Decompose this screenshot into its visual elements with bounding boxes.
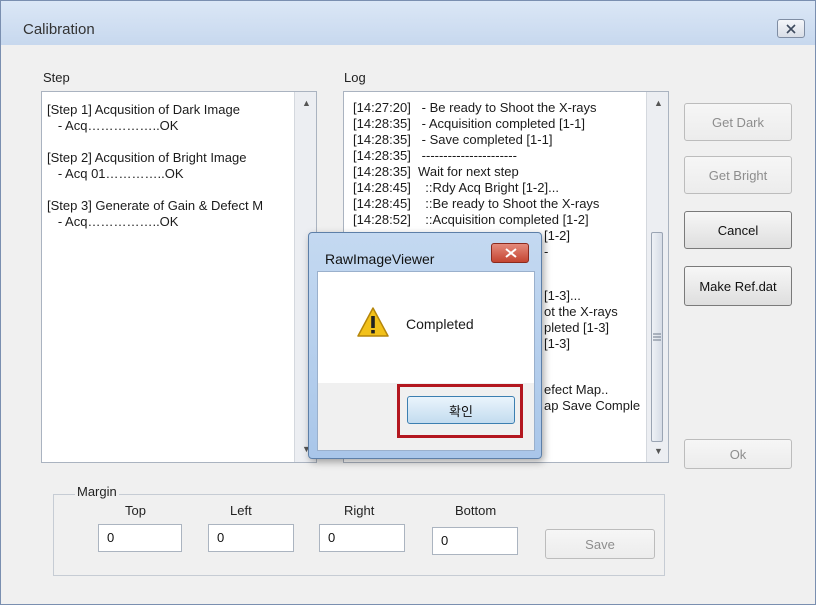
log-scroll-thumb[interactable] <box>651 232 663 442</box>
get-bright-button[interactable]: Get Bright <box>684 156 792 194</box>
log-line: pleted [1-3] <box>544 320 610 335</box>
completed-dialog: RawImageViewer Completed 확인 <box>308 232 542 459</box>
window-close-button[interactable] <box>777 19 805 38</box>
scroll-up-icon[interactable]: ▲ <box>302 98 311 108</box>
close-icon <box>505 248 517 258</box>
make-ref-dat-button[interactable]: Make Ref.dat <box>684 266 792 306</box>
step-line: [Step 2] Acqusition of Bright Image <box>47 150 247 165</box>
log-line: ot the X-rays <box>544 304 618 319</box>
step-list[interactable]: [Step 1] Acqusition of Dark Image - Acq…… <box>41 91 317 463</box>
bottom-label: Bottom <box>455 503 497 518</box>
log-line: [1-3]... <box>544 288 581 303</box>
step-line: - Acq……………..OK <box>47 214 179 229</box>
log-line: [14:28:35] - Save completed [1-1] <box>353 132 553 147</box>
cancel-button[interactable]: Cancel <box>684 211 792 249</box>
log-line: [14:28:45] ::Rdy Acq Bright [1-2]... <box>353 180 559 195</box>
right-label: Right <box>344 503 375 518</box>
log-line: [14:28:35] ---------------------- <box>353 148 517 163</box>
log-line: [14:28:35] Wait for next step <box>353 164 519 179</box>
top-label: Top <box>125 503 146 518</box>
get-dark-button[interactable]: Get Dark <box>684 103 792 141</box>
step-line: - Acq……………..OK <box>47 118 179 133</box>
ok-button[interactable]: Ok <box>684 439 792 469</box>
log-scrollbar[interactable]: ▲ ▼ <box>646 92 668 462</box>
log-line: [14:28:45] ::Be ready to Shoot the X-ray… <box>353 196 600 211</box>
step-line: [Step 1] Acqusition of Dark Image <box>47 102 240 117</box>
scroll-down-icon[interactable]: ▼ <box>654 446 663 456</box>
log-line: efect Map.. <box>544 382 609 397</box>
step-line: - Acq 01…………..OK <box>47 166 184 181</box>
left-label: Left <box>230 503 252 518</box>
log-label: Log <box>344 70 366 85</box>
margin-label: Margin <box>75 484 119 499</box>
confirm-button[interactable]: 확인 <box>407 396 515 424</box>
bottom-margin-input[interactable]: 0 <box>432 527 518 555</box>
close-icon <box>786 24 796 34</box>
left-margin-input[interactable]: 0 <box>208 524 294 552</box>
log-line: [14:27:20] - Be ready to Shoot the X-ray… <box>353 100 597 115</box>
scroll-up-icon[interactable]: ▲ <box>654 98 663 108</box>
dialog-message: Completed <box>406 316 474 332</box>
top-margin-input[interactable]: 0 <box>98 524 182 552</box>
log-line: [14:28:35] - Acquisition completed [1-1] <box>353 116 585 131</box>
log-line: - <box>544 244 549 259</box>
dialog-title: RawImageViewer <box>325 251 435 267</box>
save-button[interactable]: Save <box>545 529 655 559</box>
title-bar: Calibration <box>1 1 815 45</box>
dialog-close-button[interactable] <box>491 243 529 263</box>
log-line: [14:28:52] ::Acquisition completed [1-2] <box>353 212 589 227</box>
log-line: ap Save Comple <box>544 398 641 413</box>
log-line: [1-3] <box>544 336 571 351</box>
log-line: [1-2] <box>544 228 571 243</box>
step-label: Step <box>43 70 70 85</box>
window-title: Calibration <box>23 21 95 38</box>
right-margin-input[interactable]: 0 <box>319 524 405 552</box>
step-line: [Step 3] Generate of Gain & Defect M <box>47 198 264 213</box>
grip-icon <box>653 333 661 341</box>
warning-icon <box>357 307 389 337</box>
